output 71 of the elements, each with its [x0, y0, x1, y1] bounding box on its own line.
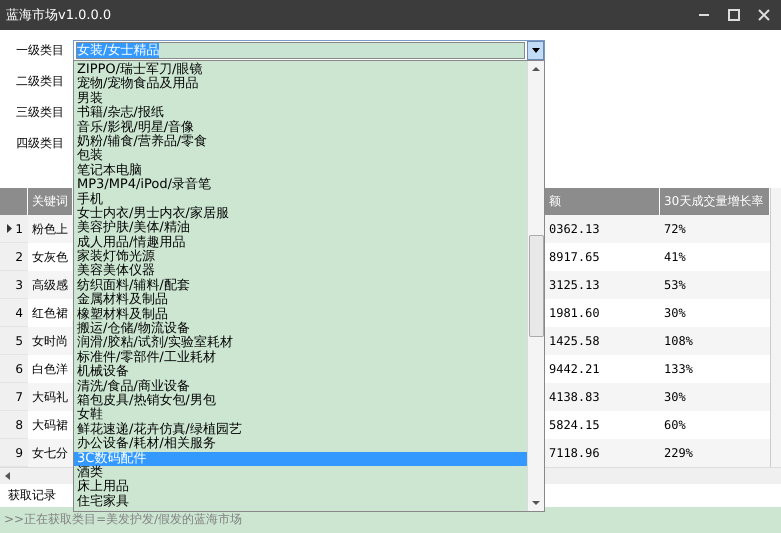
row-header[interactable]: 4 [0, 299, 28, 327]
dropdown-item[interactable]: 金属材料及制品 [74, 293, 527, 308]
category-label: 三级类目 [16, 104, 65, 120]
dropdown-item[interactable]: 标准件/零部件/工业耗材 [74, 350, 527, 366]
dropdown-item[interactable]: 奶粉/辅食/营养品/零食 [74, 134, 527, 150]
dropdown-item[interactable]: 家装灯饰光源 [74, 250, 527, 264]
category-label: 一级类目 [16, 42, 65, 58]
row-header[interactable]: 8 [0, 411, 28, 439]
dropdown-item[interactable]: 办公设备/耗材/相关服务 [74, 437, 527, 452]
row-header[interactable]: 3 [0, 271, 28, 299]
log-line: >>正在获取类目=美发护发/假发的蓝海市场 [4, 511, 244, 528]
category-label: 二级类目 [16, 72, 65, 90]
dropdown-item[interactable]: 女鞋 [74, 408, 527, 423]
dropdown-item[interactable]: 成人用品/情趣用品 [74, 236, 527, 250]
scroll-thumb[interactable] [528, 235, 544, 337]
dropdown-item[interactable]: 床上用品 [74, 480, 527, 495]
dropdown-item[interactable]: ZIPPO/瑞士军刀/眼镜 [74, 63, 527, 78]
caret-icon [532, 48, 540, 52]
dropdown-item[interactable]: 书籍/杂志/报纸 [74, 106, 527, 121]
row-header[interactable]: 7 [0, 383, 28, 411]
dropdown-item[interactable]: 宠物/宠物食品及用品 [74, 77, 527, 92]
table-cell: 女时尚 [28, 327, 73, 355]
dropdown-item[interactable]: 润滑/胶粘/试剂/实验室耗材 [74, 336, 527, 351]
dropdown-item[interactable]: 住宅家具 [74, 494, 527, 510]
row-header[interactable]: 5 [0, 327, 28, 355]
row-header[interactable]: 6 [0, 355, 28, 383]
table-cell: 3125.13 [545, 271, 660, 299]
table-cell: 53% [660, 271, 770, 299]
dropdown-item[interactable]: 女士内衣/男士内衣/家居服 [74, 206, 527, 222]
dropdown-item[interactable]: 笔记本电脑 [74, 164, 527, 178]
dropdown-item[interactable]: 橡塑材料及制品 [74, 308, 527, 322]
dropdown-item[interactable]: 包装 [74, 149, 527, 164]
dropdown-item[interactable]: 酒类 [74, 466, 527, 480]
dropdown-button[interactable] [527, 40, 544, 60]
table-cell: 108% [660, 327, 770, 355]
dropdown-item[interactable]: 机械设备 [74, 365, 527, 380]
table-cell: 1425.58 [545, 327, 660, 355]
log-title: 获取记录 [8, 487, 56, 504]
table-cell: 大码礼 [28, 383, 73, 411]
row-header[interactable]: 1 [0, 215, 28, 243]
table-cell: 72% [660, 215, 770, 243]
table-cell: 7118.96 [545, 439, 660, 467]
table-cell: 30% [660, 383, 770, 411]
table-cell: 粉色上 [28, 215, 73, 243]
table-cell: 0362.13 [545, 215, 660, 243]
table-cell: 4138.83 [545, 383, 660, 411]
close-icon [758, 9, 770, 21]
window-title: 蓝海市场v1.0.0.0 [6, 7, 112, 24]
table-cell: 229% [660, 439, 770, 467]
dropdown-item[interactable]: 搬运/仓储/物流设备 [74, 322, 527, 336]
dropdown-item[interactable]: 纺织面料/辅料/配套 [74, 278, 527, 294]
scroll-left-icon[interactable] [3, 471, 13, 481]
row-header[interactable]: 9 [0, 439, 28, 467]
table-cell: 女七分 [28, 439, 73, 467]
vertical-scrollbar[interactable] [770, 188, 781, 467]
dropdown-item[interactable]: 男装 [74, 92, 527, 106]
dropdown-item[interactable]: 清洗/食品/商业设备 [74, 380, 527, 394]
dropdown-item[interactable]: 箱包皮具/热销女包/男包 [74, 394, 527, 408]
dropdown-item[interactable]: 美容美体仪器 [74, 264, 527, 279]
current-row-icon [7, 224, 12, 233]
category-label: 四级类目 [16, 134, 65, 152]
scroll-up-icon[interactable] [532, 65, 540, 73]
row-header[interactable]: 2 [0, 243, 28, 271]
table-cell: 高级感 [28, 271, 73, 299]
dropdown-item[interactable]: MP3/MP4/iPod/录音笔 [74, 178, 527, 193]
dropdown-item[interactable]: 音乐/影视/明星/音像 [74, 120, 527, 135]
dropdown-item[interactable]: 鲜花速递/花卉仿真/绿植园艺 [74, 422, 527, 438]
minimize-icon [699, 14, 709, 16]
dropdown-item[interactable]: 手机 [74, 192, 527, 207]
dropdown-item[interactable]: 美容护肤/美体/精油 [74, 221, 527, 236]
maximize-icon [728, 9, 740, 21]
